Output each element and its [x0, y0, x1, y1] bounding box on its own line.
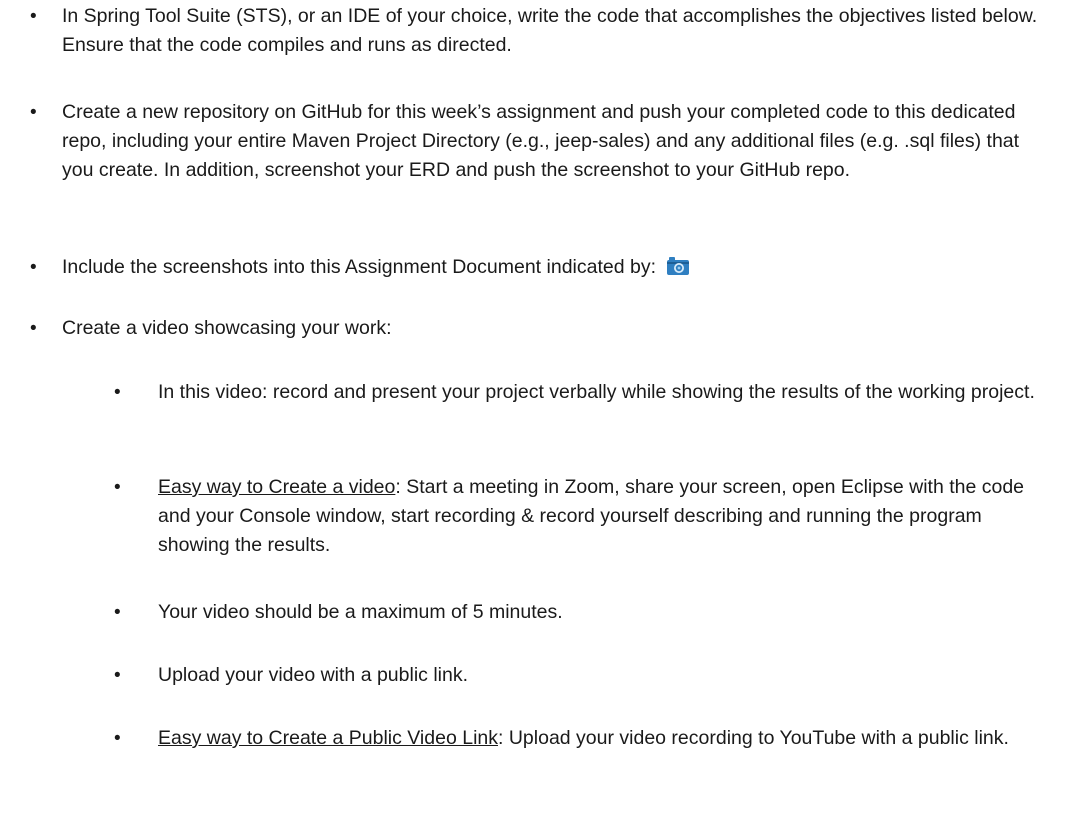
sub-bullet: •: [114, 728, 121, 749]
camera-icon: [667, 255, 690, 284]
video-instruction-public-link: Easy way to Create a Public Video Link: …: [158, 724, 1053, 753]
video-instruction-upload: Upload your video with a public link.: [158, 664, 469, 686]
assignment-document: • In Spring Tool Suite (STS), or an IDE …: [0, 0, 1066, 832]
video-instruction-record: In this video: record and present your p…: [158, 381, 1035, 403]
instruction-github: Create a new repository on GitHub for th…: [62, 101, 1020, 181]
video-instruction-length: Your video should be a maximum of 5 minu…: [158, 601, 563, 623]
instruction-screenshots-text: Include the screenshots into this Assign…: [62, 256, 656, 278]
bullet: •: [30, 102, 37, 123]
sub-bullet: •: [114, 665, 121, 686]
easy-way-link-text: : Upload your video recording to YouTube…: [498, 727, 1009, 749]
instruction-ide: In Spring Tool Suite (STS), or an IDE of…: [62, 5, 1038, 56]
easy-way-video-heading: Easy way to Create a video: [158, 476, 396, 498]
sub-bullet: •: [114, 382, 121, 403]
sub-bullet: •: [114, 602, 121, 623]
bullet: •: [30, 318, 37, 339]
sub-bullet: •: [114, 477, 121, 498]
bullet: •: [30, 257, 37, 278]
instruction-screenshots: Include the screenshots into this Assign…: [62, 253, 1052, 284]
easy-way-link-heading: Easy way to Create a Public Video Link: [158, 727, 498, 749]
bullet: •: [30, 6, 37, 27]
instruction-video: Create a video showcasing your work:: [62, 317, 392, 339]
video-instruction-easy-way: Easy way to Create a video: Start a meet…: [158, 473, 1053, 560]
